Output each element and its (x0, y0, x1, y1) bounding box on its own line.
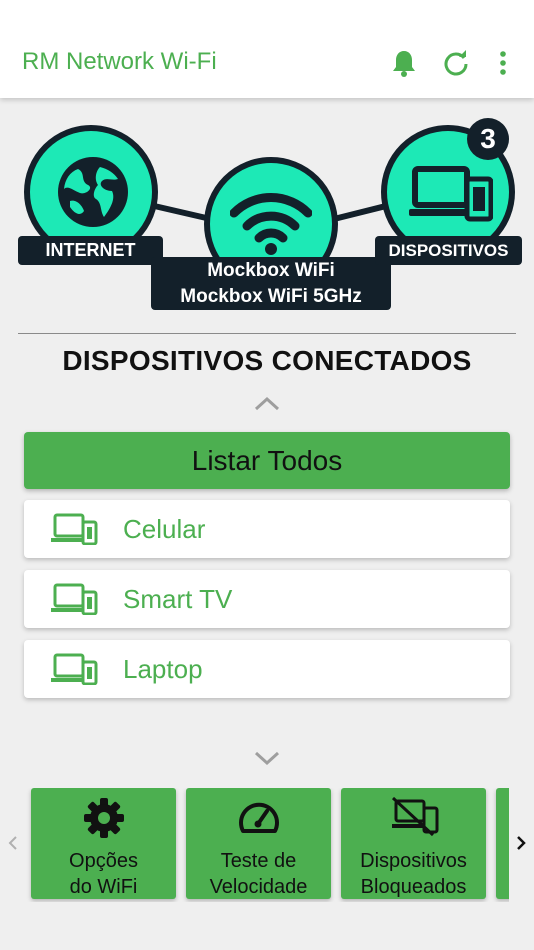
section-title: DISPOSITIVOS CONECTADOS (62, 345, 472, 376)
tile-wifi-options[interactable]: Opções do WiFi (31, 788, 176, 899)
tile-label-line2: do WiFi (69, 876, 138, 898)
device-label: Laptop (123, 654, 203, 684)
device-label: Smart TV (123, 584, 233, 614)
tiles-carousel: Opções do WiFi Teste de Velocidade Dispo… (25, 788, 509, 902)
scroll-left-icon[interactable] (4, 832, 22, 854)
tile-label: Opções do WiFi (31, 848, 176, 900)
divider (18, 333, 516, 334)
wifi-name-primary: Mockbox WiFi (207, 260, 335, 281)
devices-label: DISPOSITIVOS (375, 236, 522, 265)
gear-icon (83, 798, 124, 838)
tile-label-line1: Dispositivos (360, 850, 467, 872)
device-count-badge: 3 (467, 118, 509, 160)
device-row-smart-tv[interactable]: Smart TV (24, 570, 510, 628)
devices-icon (51, 653, 98, 685)
tile-label-line2: Velocidade (209, 876, 308, 898)
tile-blocked-devices[interactable]: Dispositivos Bloqueados (341, 788, 486, 899)
globe-icon (58, 157, 128, 227)
devices-off-icon (391, 797, 438, 837)
device-label: Celular (123, 514, 206, 544)
devices-icon (51, 583, 98, 615)
tile-speed-test[interactable]: Teste de Velocidade (186, 788, 331, 899)
tile-label-line1: Teste de (220, 850, 297, 872)
scroll-right-icon[interactable] (512, 832, 530, 854)
speedometer-icon (238, 802, 279, 833)
devices-icon (409, 166, 493, 222)
list-all-button[interactable]: Listar Todos (24, 432, 510, 489)
tile-label: Teste de Velocidade (186, 848, 331, 900)
device-row-laptop[interactable]: Laptop (24, 640, 510, 698)
tile-label-line1: Opções (69, 850, 138, 872)
internet-label: INTERNET (18, 236, 163, 265)
chevron-up-icon[interactable] (252, 394, 282, 414)
wifi-icon (230, 193, 312, 255)
chevron-down-icon[interactable] (252, 748, 282, 768)
wifi-names-label: Mockbox WiFi Mockbox WiFi 5GHz (151, 257, 391, 310)
wifi-name-5ghz: Mockbox WiFi 5GHz (180, 286, 362, 307)
tile-label-line2: Bloqueados (360, 876, 467, 898)
devices-icon (51, 513, 98, 545)
tile-label: Dispositivos Bloqueados (341, 848, 486, 900)
tile-partial[interactable] (496, 788, 509, 899)
device-row-celular[interactable]: Celular (24, 500, 510, 558)
